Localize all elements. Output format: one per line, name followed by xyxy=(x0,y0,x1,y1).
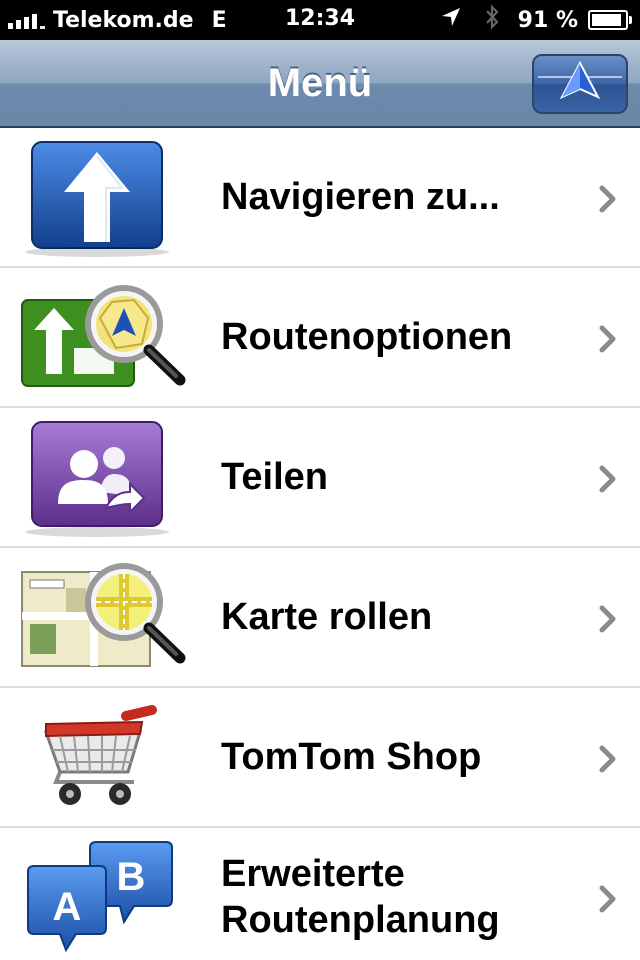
battery-percent: 91 % xyxy=(517,7,578,33)
menu-item-label-line2: Routenplanung xyxy=(221,899,500,941)
chevron-right-icon xyxy=(598,184,618,219)
chevron-right-icon xyxy=(598,884,618,919)
svg-text:B: B xyxy=(117,855,146,899)
navigation-view-icon xyxy=(538,57,622,112)
location-arrow-icon xyxy=(440,6,462,34)
menu-item-route-options[interactable]: Routenoptionen xyxy=(0,268,640,408)
menu-item-browse-map[interactable]: Karte rollen xyxy=(0,548,640,688)
status-bar: Telekom.de E 12:34 91 % xyxy=(0,0,640,40)
chevron-right-icon xyxy=(598,604,618,639)
shopping-cart-icon xyxy=(16,698,188,820)
chevron-right-icon xyxy=(598,464,618,499)
menu-item-share[interactable]: Teilen xyxy=(0,408,640,548)
menu-item-label: TomTom Shop xyxy=(221,736,482,778)
chevron-right-icon xyxy=(598,744,618,779)
battery-level-fill xyxy=(592,14,622,26)
menu-list: Navigieren zu... Routenoptionen Teilen K… xyxy=(0,128,640,960)
page-title: Menü xyxy=(267,60,373,105)
ab-route-planning-icon: B A xyxy=(16,838,188,960)
show-navigation-button[interactable] xyxy=(532,54,628,114)
route-options-icon xyxy=(16,278,188,400)
menu-item-label: Erweiterte Routenplanung xyxy=(221,851,500,943)
menu-item-advanced-route-planning[interactable]: B A Erweiterte Routenplanung xyxy=(0,828,640,960)
menu-item-label: Navigieren zu... xyxy=(221,176,500,218)
signal-icon xyxy=(8,11,45,29)
chevron-right-icon xyxy=(598,324,618,359)
browse-map-icon xyxy=(16,558,188,680)
navigation-bar: Menü xyxy=(0,40,640,128)
bluetooth-icon xyxy=(484,4,500,36)
network-type: E xyxy=(211,7,227,33)
menu-item-tomtom-shop[interactable]: TomTom Shop xyxy=(0,688,640,828)
share-people-icon xyxy=(16,418,188,540)
battery-icon xyxy=(588,10,632,30)
carrier-name: Telekom.de xyxy=(53,7,194,33)
menu-item-label: Routenoptionen xyxy=(221,316,513,358)
navigate-arrow-icon xyxy=(16,138,188,260)
menu-item-label: Karte rollen xyxy=(221,596,433,638)
svg-text:A: A xyxy=(53,885,82,929)
menu-item-navigate-to[interactable]: Navigieren zu... xyxy=(0,128,640,268)
menu-item-label: Teilen xyxy=(221,456,328,498)
menu-item-label-line1: Erweiterte xyxy=(221,853,405,895)
